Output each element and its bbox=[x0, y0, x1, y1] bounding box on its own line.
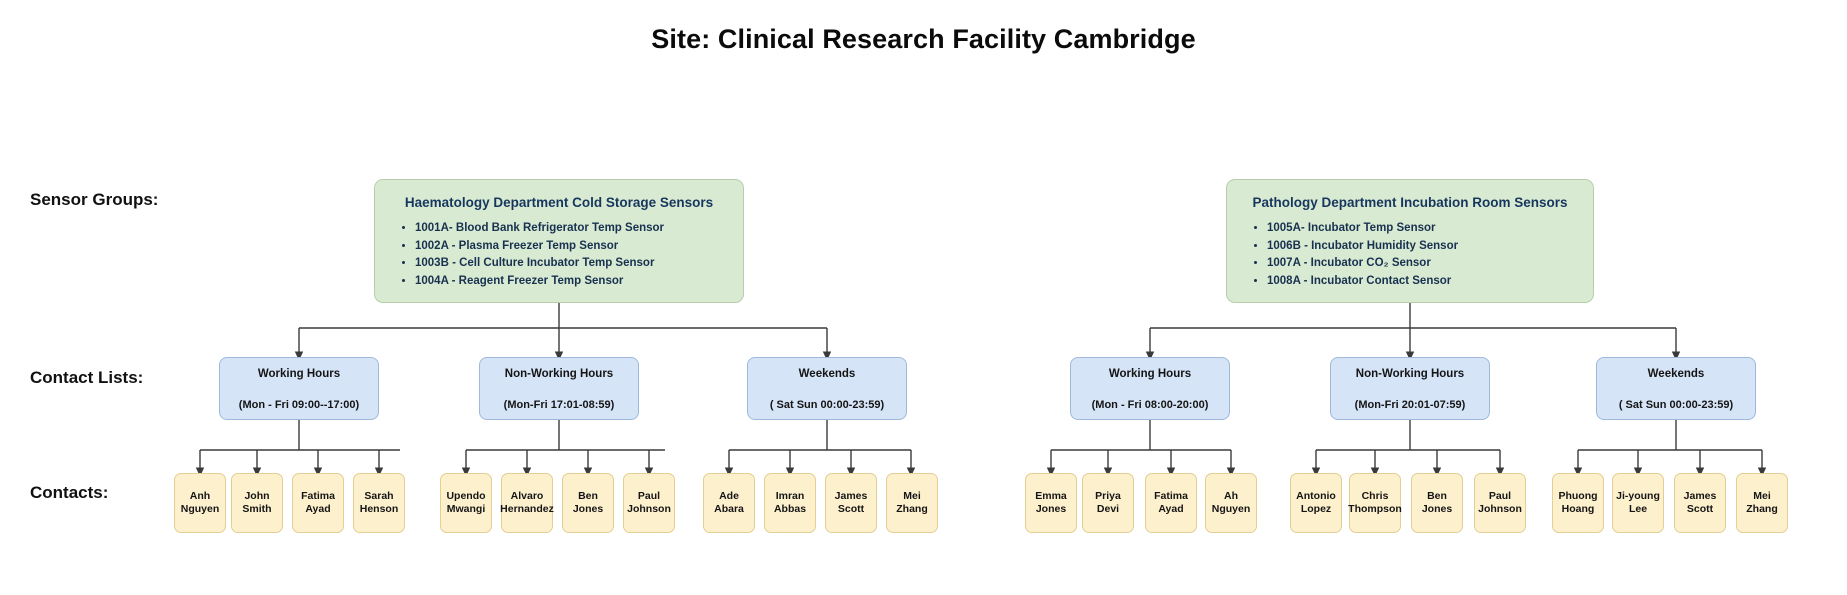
sensor-group-title: Pathology Department Incubation Room Sen… bbox=[1252, 195, 1568, 210]
contact-box[interactable]: Paul Johnson bbox=[1474, 473, 1526, 533]
contact-list-box-non-working-hours-pathology[interactable]: Non-Working Hours (Mon-Fri 20:01-07:59) bbox=[1330, 357, 1490, 420]
contact-list-hours: (Mon-Fri 17:01-08:59) bbox=[503, 399, 615, 412]
contact-box[interactable]: Emma Jones bbox=[1025, 473, 1077, 533]
contact-list-name: Non-Working Hours bbox=[1355, 368, 1465, 380]
contact-list-box-working-hours-pathology[interactable]: Working Hours (Mon - Fri 08:00-20:00) bbox=[1070, 357, 1230, 420]
contact-name: Ade Abara bbox=[714, 489, 744, 515]
contact-list-box-working-hours-haematology[interactable]: Working Hours (Mon - Fri 09:00--17:00) bbox=[219, 357, 379, 420]
sensor-list-item: 1001A- Blood Bank Refrigerator Temp Sens… bbox=[415, 220, 729, 237]
sensor-list: 1001A- Blood Bank Refrigerator Temp Sens… bbox=[389, 220, 729, 290]
contact-name: Ben Jones bbox=[1421, 489, 1453, 515]
contact-box[interactable]: Chris Thompson bbox=[1348, 473, 1402, 533]
sensor-list-item: 1004A - Reagent Freezer Temp Sensor bbox=[415, 273, 729, 290]
contact-name: James Scott bbox=[1683, 489, 1717, 515]
contact-box[interactable]: Mei Zhang bbox=[886, 473, 938, 533]
contact-name: Antonio Lopez bbox=[1296, 489, 1336, 515]
contact-list-hours: ( Sat Sun 00:00-23:59) bbox=[1618, 399, 1734, 412]
contact-box[interactable]: Paul Johnson bbox=[623, 473, 675, 533]
contact-name: Mei Zhang bbox=[896, 489, 928, 515]
sensor-list: 1005A- Incubator Temp Sensor 1006B - Inc… bbox=[1241, 220, 1579, 290]
sensor-list-item: 1003B - Cell Culture Incubator Temp Sens… bbox=[415, 255, 729, 272]
contact-box[interactable]: Alvaro Hernandez bbox=[500, 473, 554, 533]
contact-list-box-weekends-haematology[interactable]: Weekends ( Sat Sun 00:00-23:59) bbox=[747, 357, 907, 420]
contact-name: Ji-young Lee bbox=[1616, 489, 1660, 515]
contact-box[interactable]: Anh Nguyen bbox=[174, 473, 226, 533]
contact-box[interactable]: Upendo Mwangi bbox=[440, 473, 492, 533]
row-label-sensor-groups: Sensor Groups: bbox=[30, 190, 159, 209]
contact-list-hours: ( Sat Sun 00:00-23:59) bbox=[769, 399, 885, 412]
contact-name: Alvaro Hernandez bbox=[500, 489, 554, 515]
contact-list-name: Non-Working Hours bbox=[504, 368, 614, 380]
diagram-canvas: Site: Clinical Research Facility Cambrid… bbox=[0, 0, 1847, 595]
contact-list-name: Weekends bbox=[798, 368, 856, 380]
contact-box[interactable]: Ade Abara bbox=[703, 473, 755, 533]
contact-box[interactable]: James Scott bbox=[825, 473, 877, 533]
contact-name: Ah Nguyen bbox=[1211, 489, 1251, 515]
contact-box[interactable]: Priya Devi bbox=[1082, 473, 1134, 533]
contact-box[interactable]: Mei Zhang bbox=[1736, 473, 1788, 533]
contact-name: Ben Jones bbox=[572, 489, 604, 515]
sensor-list-item: 1008A - Incubator Contact Sensor bbox=[1267, 273, 1579, 290]
contact-name: Paul Johnson bbox=[627, 489, 671, 515]
contact-box[interactable]: Fatima Ayad bbox=[292, 473, 344, 533]
contact-name: Emma Jones bbox=[1035, 489, 1067, 515]
contact-box[interactable]: Ben Jones bbox=[562, 473, 614, 533]
contact-name: Chris Thompson bbox=[1348, 489, 1402, 515]
contact-box[interactable]: Ah Nguyen bbox=[1205, 473, 1257, 533]
sensor-list-item: 1007A - Incubator CO₂ Sensor bbox=[1267, 255, 1579, 272]
contact-name: Upendo Mwangi bbox=[446, 489, 486, 515]
contact-box[interactable]: Fatima Ayad bbox=[1145, 473, 1197, 533]
contact-list-name: Working Hours bbox=[257, 368, 341, 380]
contact-name: Mei Zhang bbox=[1746, 489, 1778, 515]
contact-name: Imran Abbas bbox=[773, 489, 807, 515]
contact-box[interactable]: Sarah Henson bbox=[353, 473, 405, 533]
contact-box[interactable]: Imran Abbas bbox=[764, 473, 816, 533]
contact-box[interactable]: Ben Jones bbox=[1411, 473, 1463, 533]
row-label-contacts: Contacts: bbox=[30, 483, 109, 502]
contact-name: Phuong Hoang bbox=[1558, 489, 1598, 515]
sensor-list-item: 1006B - Incubator Humidity Sensor bbox=[1267, 238, 1579, 255]
contact-name: Paul Johnson bbox=[1478, 489, 1522, 515]
contact-list-hours: (Mon-Fri 20:01-07:59) bbox=[1354, 399, 1466, 412]
contact-name: Priya Devi bbox=[1095, 489, 1121, 515]
contact-box[interactable]: James Scott bbox=[1674, 473, 1726, 533]
contact-name: John Smith bbox=[242, 489, 272, 515]
contact-box[interactable]: Ji-young Lee bbox=[1612, 473, 1664, 533]
contact-name: James Scott bbox=[834, 489, 868, 515]
sensor-group-box-pathology[interactable]: Pathology Department Incubation Room Sen… bbox=[1226, 179, 1594, 303]
sensor-list-item: 1002A - Plasma Freezer Temp Sensor bbox=[415, 238, 729, 255]
contact-list-box-weekends-pathology[interactable]: Weekends ( Sat Sun 00:00-23:59) bbox=[1596, 357, 1756, 420]
contact-box[interactable]: Phuong Hoang bbox=[1552, 473, 1604, 533]
sensor-group-title: Haematology Department Cold Storage Sens… bbox=[404, 195, 714, 210]
contact-name: Fatima Ayad bbox=[1154, 489, 1188, 515]
contact-list-name: Weekends bbox=[1647, 368, 1705, 380]
contact-name: Fatima Ayad bbox=[301, 489, 335, 515]
contact-list-hours: (Mon - Fri 09:00--17:00) bbox=[238, 399, 360, 412]
contact-list-hours: (Mon - Fri 08:00-20:00) bbox=[1091, 399, 1209, 412]
contact-name: Sarah Henson bbox=[359, 489, 399, 515]
sensor-list-item: 1005A- Incubator Temp Sensor bbox=[1267, 220, 1579, 237]
contact-box[interactable]: John Smith bbox=[231, 473, 283, 533]
page-title: Site: Clinical Research Facility Cambrid… bbox=[651, 24, 1196, 54]
contact-list-name: Working Hours bbox=[1108, 368, 1192, 380]
sensor-group-box-haematology[interactable]: Haematology Department Cold Storage Sens… bbox=[374, 179, 744, 303]
row-label-contact-lists: Contact Lists: bbox=[30, 368, 144, 387]
contact-name: Anh Nguyen bbox=[180, 489, 220, 515]
contact-box[interactable]: Antonio Lopez bbox=[1290, 473, 1342, 533]
contact-list-box-non-working-hours-haematology[interactable]: Non-Working Hours (Mon-Fri 17:01-08:59) bbox=[479, 357, 639, 420]
